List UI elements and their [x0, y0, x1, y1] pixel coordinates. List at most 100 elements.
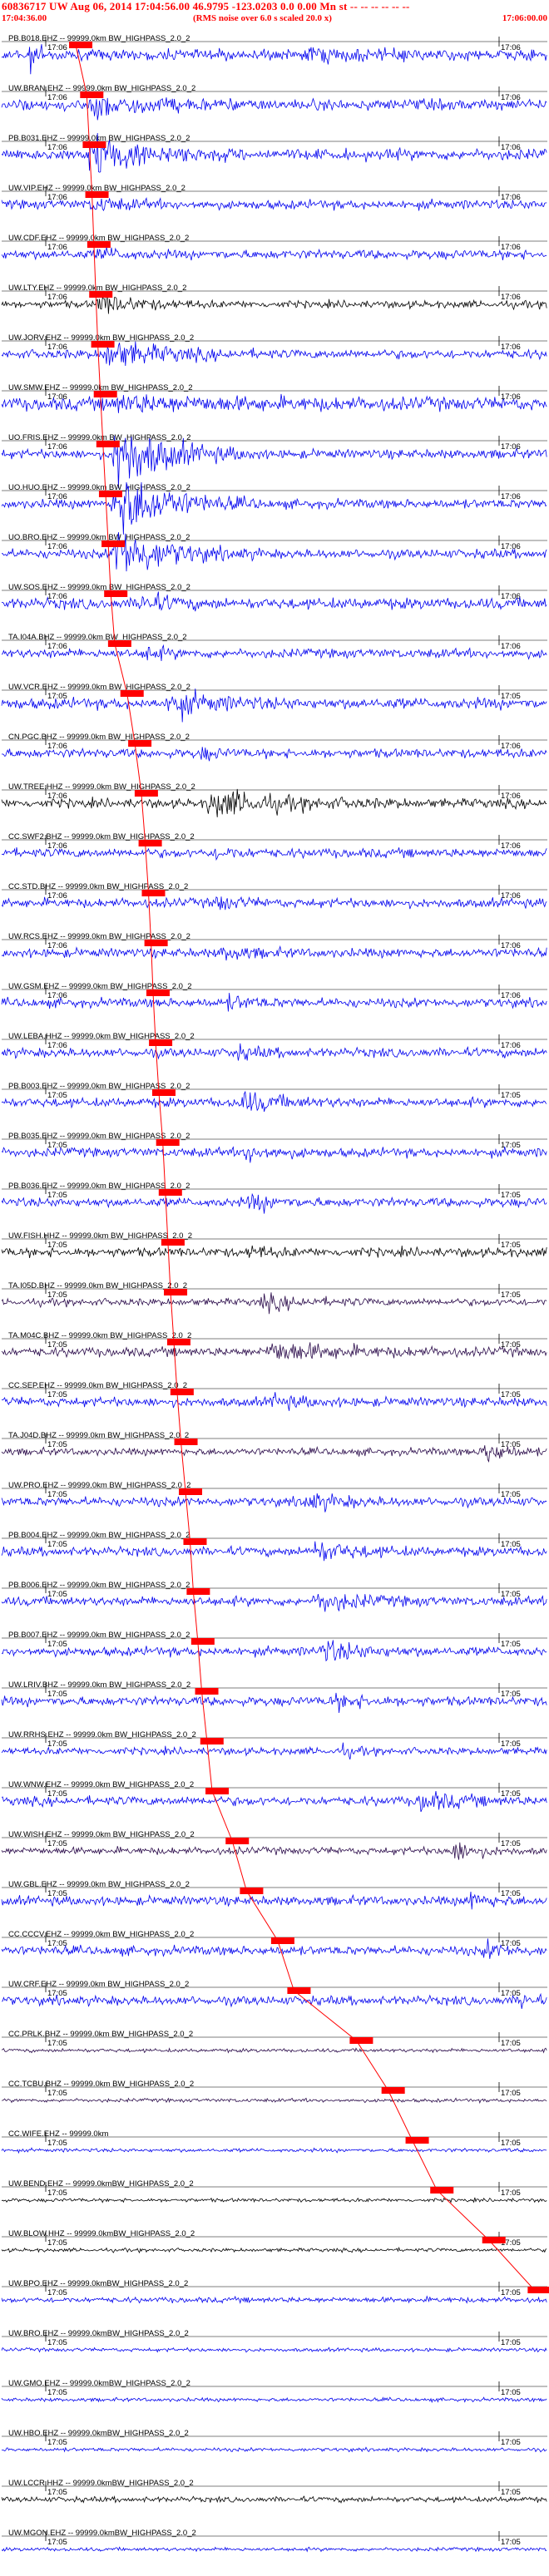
tick-label: 17:05	[47, 2538, 67, 2547]
pick-marker	[80, 91, 104, 98]
tick-label: 17:05	[47, 1540, 67, 1549]
pick-marker	[186, 1588, 210, 1595]
tick-label: 17:05	[47, 1989, 67, 1998]
trace-row: PB.B004.EHZ -- 99999.0km BW_HIGHPASS_2.0…	[1, 1531, 547, 1562]
tick-label: 17:05	[47, 1789, 67, 1799]
trace-row: CC.PRLK.BHZ -- 99999.0km BW_HIGHPASS_2.0…	[1, 2030, 547, 2054]
tick-label: 17:05	[47, 2488, 67, 2497]
waveform	[1, 341, 547, 367]
trace-row: CC.SEP.EHZ -- 99999.0km BW_HIGHPASS_2.0_…	[1, 1381, 547, 1411]
trace-row: UW.GBL.EHZ -- 99999.0km BW_HIGHPASS_2.0_…	[1, 1880, 547, 1910]
trace-row: UW.BPO.EHZ -- 99999.0kmBW_HIGHPASS_2.0_2…	[1, 2279, 549, 2304]
tick-label: 17:05	[501, 1141, 521, 1150]
trace-label: UW.SOS.EHZ -- 99999.0km BW_HIGHPASS_2.0_…	[8, 583, 190, 592]
trace-label: PB.B007.EHZ -- 99999.0km BW_HIGHPASS_2.0…	[8, 1631, 190, 1640]
waveform	[1, 1640, 547, 1662]
waveform	[1, 2246, 547, 2254]
tick-label: 17:06	[47, 642, 67, 651]
trace-row: UW.GMO.EHZ -- 99999.0kmBW_HIGHPASS_2.0_2…	[1, 2379, 547, 2404]
pick-marker	[87, 241, 111, 248]
tick-label: 17:06	[501, 642, 521, 651]
trace-row: PB.B018.EHZ -- 99999.0km BW_HIGHPASS_2.0…	[1, 34, 547, 75]
pick-marker	[134, 790, 158, 797]
trace-label: UW.GMO.EHZ -- 99999.0kmBW_HIGHPASS_2.0_2	[8, 2379, 190, 2388]
tick-label: 17:05	[47, 2189, 67, 2198]
trace-row: UW.SMW.EHZ -- 99999.0km BW_HIGHPASS_2.0_…	[1, 383, 547, 413]
trace-row: UW.SOS.EHZ -- 99999.0km BW_HIGHPASS_2.0_…	[1, 583, 547, 612]
pick-marker	[195, 1688, 219, 1695]
trace-row: UW.BEND.EHZ -- 99999.0kmBW_HIGHPASS_2.0_…	[1, 2179, 547, 2203]
tick-label: 17:05	[501, 1490, 521, 1499]
pick-marker	[158, 1189, 182, 1196]
tick-label: 17:06	[501, 193, 521, 202]
waveform	[1, 1445, 547, 1463]
waveform	[1, 294, 547, 314]
tick-label: 17:05	[47, 1740, 67, 1749]
pick-marker	[82, 141, 106, 148]
waveform	[1, 1245, 547, 1259]
tick-label: 17:06	[501, 542, 521, 551]
trace-row: UW.RRHS.EHZ -- 99999.0km BW_HIGHPASS_2.0…	[1, 1730, 547, 1760]
waveform	[1, 1541, 547, 1562]
tick-label: 17:05	[47, 1690, 67, 1699]
trace-label: UW.MGON.EHZ -- 99999.0kmBW_HIGHPASS_2.0_…	[8, 2529, 196, 2538]
trace-row: CC.CCCV.EHZ -- 99999.0km BW_HIGHPASS_2.0…	[1, 1930, 547, 1959]
pick-marker	[164, 1289, 188, 1295]
pick-marker	[381, 2087, 405, 2094]
tick-label: 17:06	[47, 991, 67, 1000]
pick-marker	[174, 1439, 198, 1445]
waveform	[1, 2347, 547, 2353]
waveform	[1, 945, 547, 961]
waveform	[1, 1891, 547, 1910]
pick-marker	[240, 1888, 264, 1894]
trace-row: UW.MGON.EHZ -- 99999.0kmBW_HIGHPASS_2.0_…	[1, 2529, 547, 2553]
trace-label: UW.BEND.EHZ -- 99999.0kmBW_HIGHPASS_2.0_…	[8, 2179, 194, 2189]
trace-row: CC.WIFE.EHZ -- 99999.0km17:05 17:05	[1, 2129, 547, 2154]
tick-label: 17:06	[47, 243, 67, 252]
tick-label: 17:05	[47, 1241, 67, 1250]
waveform	[1, 436, 547, 489]
tick-label: 17:06	[47, 442, 67, 452]
pick-marker	[85, 191, 109, 198]
tick-label: 17:05	[47, 1590, 67, 1599]
trace-row: UW.HBO.EHZ -- 99999.0kmBW_HIGHPASS_2.0_2…	[1, 2429, 547, 2453]
tick-label: 17:06	[47, 143, 67, 152]
tick-label: 17:05	[501, 1889, 521, 1898]
trace-label: UO.BRO.EHZ -- 99999.0km BW_HIGHPASS_2.0_…	[8, 533, 190, 542]
trace-row: TA.M04C.BHZ -- 99999.0km BW_HIGHPASS_2.0…	[1, 1331, 547, 1360]
pick-marker	[151, 1089, 176, 1096]
tick-label: 17:05	[501, 2139, 521, 2148]
waveform	[1, 2047, 547, 2054]
trace-row: UW.BLOW.HHZ -- 99999.0kmBW_HIGHPASS_2.0_…	[1, 2229, 547, 2254]
tick-label: 17:05	[501, 1191, 521, 1200]
tick-label: 17:06	[47, 841, 67, 851]
pick-marker	[144, 940, 168, 946]
waveform	[1, 1742, 547, 1760]
waveform	[1, 688, 547, 723]
pick-marker	[205, 1788, 230, 1794]
trace-label: CN.PGC.BHZ -- 99999.0km BW_HIGHPASS_2.0_…	[8, 733, 190, 742]
waveform	[1, 247, 547, 261]
waveform	[1, 1342, 547, 1360]
tick-label: 17:05	[501, 2538, 521, 2547]
tick-label: 17:06	[501, 742, 521, 751]
tick-label: 17:06	[501, 43, 521, 52]
tick-label: 17:05	[501, 1091, 521, 1100]
waveform	[1, 1146, 547, 1163]
trace-row: PB.B031.EHZ -- 99999.0km BW_HIGHPASS_2.0…	[1, 132, 547, 173]
pick-marker	[69, 42, 93, 48]
waveform	[1, 44, 547, 75]
pick-marker	[156, 1139, 180, 1146]
tick-label: 17:06	[501, 991, 521, 1000]
pick-marker	[96, 441, 120, 447]
trace-row: UW.BRAN.EHZ -- 99999.0km BW_HIGHPASS_2.0…	[1, 84, 547, 121]
waveform	[1, 2495, 547, 2504]
trace-row: UW.TREE.HHZ -- 99999.0km BW_HIGHPASS_2.0…	[1, 782, 547, 817]
tick-label: 17:05	[501, 1690, 521, 1699]
trace-label: UW.GBL.EHZ -- 99999.0km BW_HIGHPASS_2.0_…	[8, 1880, 190, 1889]
seismogram-plot: PB.B018.EHZ -- 99999.0km BW_HIGHPASS_2.0…	[1, 34, 549, 2553]
tick-label: 17:05	[47, 1839, 67, 1848]
tick-label: 17:06	[47, 1041, 67, 1050]
tick-label: 17:05	[501, 2338, 521, 2347]
pick-marker	[270, 1937, 294, 1944]
